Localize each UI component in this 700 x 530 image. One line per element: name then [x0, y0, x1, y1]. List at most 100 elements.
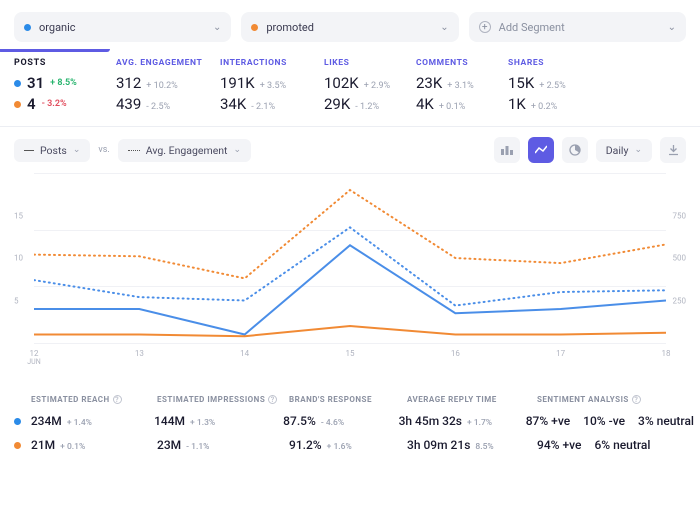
dashed-line-icon	[128, 150, 140, 151]
th-sentiment: SENTIMENT ANALYSIS?	[537, 395, 700, 404]
metric-posts[interactable]: POSTS 31 + 8.5% 4 - 3.2%	[14, 58, 110, 116]
bar-chart-icon	[501, 145, 513, 155]
metric-row-a: 102K+ 2.9%	[324, 74, 404, 92]
metric-col[interactable]: INTERACTIONS 191K+ 3.5% 34K- 2.1%	[214, 58, 318, 116]
cell-reach: 234M+ 1.4%	[31, 414, 154, 428]
chevron-down-icon: ⌄	[213, 22, 221, 33]
metric-header: LIKES	[324, 58, 404, 68]
dot-icon	[14, 418, 21, 425]
segment-organic[interactable]: organic ⌄	[14, 12, 231, 42]
metric-row-b: 4K+ 0.1%	[416, 95, 496, 113]
line-chart-icon	[535, 145, 547, 155]
y-tick-left: 5	[14, 296, 19, 305]
add-segment-button[interactable]: + Add Segment ⌄	[469, 12, 686, 42]
metric-row-a: 191K+ 3.5%	[220, 74, 312, 92]
metric-row-a: 31 + 8.5%	[14, 74, 102, 92]
cell-impressions: 23M- 1.1%	[157, 438, 289, 452]
chevron-down-icon: ⌄	[440, 22, 448, 33]
x-tick: 15	[330, 349, 370, 358]
metric-delta: + 8.5%	[50, 78, 77, 88]
metric-row-b: 1K+ 0.2%	[508, 95, 588, 113]
chart-area: 5101525050075012JUN131415161718	[14, 173, 686, 383]
y-tick-left: 10	[14, 254, 23, 263]
metric-value: 31	[27, 74, 44, 92]
metric-col[interactable]: SHARES 15K+ 2.5% 1K+ 0.2%	[502, 58, 594, 116]
y-tick-right: 750	[673, 211, 687, 220]
vs-label: vs.	[98, 145, 109, 155]
cell-impressions: 144M+ 1.3%	[154, 414, 283, 428]
metrics-strip: POSTS 31 + 8.5% 4 - 3.2% AVG. ENGAGEMENT…	[0, 52, 700, 127]
metric-row-b: 4 - 3.2%	[14, 95, 102, 113]
th-reach: ESTIMATED REACH?	[31, 395, 157, 404]
dot-icon	[24, 24, 31, 31]
metric-header: INTERACTIONS	[220, 58, 312, 68]
segment-row: organic ⌄ promoted ⌄ + Add Segment ⌄	[0, 0, 700, 52]
y-tick-right: 500	[673, 254, 687, 263]
cell-reply: 3h 09m 21s8.5%	[407, 438, 537, 452]
chevron-down-icon: ⌄	[668, 22, 676, 33]
metric-value: 4	[27, 95, 36, 113]
bottom-row: 234M+ 1.4% 144M+ 1.3% 87.5%- 4.6% 3h 45m…	[14, 414, 700, 428]
metric-header: COMMENTS	[416, 58, 496, 68]
bottom-table: ESTIMATED REACH? ESTIMATED IMPRESSIONS? …	[0, 383, 700, 452]
cell-response: 87.5%- 4.6%	[283, 414, 398, 428]
line-view-button[interactable]	[528, 137, 554, 163]
download-button[interactable]	[660, 137, 686, 163]
segment-promoted[interactable]: promoted ⌄	[241, 12, 458, 42]
th-reply: AVERAGE REPLY TIME	[407, 395, 537, 404]
metric-col[interactable]: LIKES 102K+ 2.9% 29K- 1.2%	[318, 58, 410, 116]
dot-icon	[14, 101, 21, 108]
right-metric-select[interactable]: Avg. Engagement ⌄	[118, 139, 251, 162]
download-icon	[668, 145, 679, 156]
x-tick: 14	[225, 349, 265, 358]
th-impressions: ESTIMATED IMPRESSIONS?	[157, 395, 289, 404]
cell-sentiment: 94% +ve 6% neutral	[537, 438, 700, 452]
bottom-header-row: ESTIMATED REACH? ESTIMATED IMPRESSIONS? …	[14, 395, 700, 404]
chart-controls: Posts ⌄ vs. Avg. Engagement ⌄ Daily ⌄	[0, 127, 700, 173]
metric-row-b: 29K- 1.2%	[324, 95, 404, 113]
x-tick: 16	[435, 349, 475, 358]
solid-line-icon	[24, 150, 34, 151]
y-tick-right: 250	[673, 296, 687, 305]
metric-header: AVG. ENGAGEMENT	[116, 58, 208, 68]
cell-reach: 21M+ 0.1%	[31, 438, 157, 452]
chevron-down-icon: ⌄	[234, 145, 242, 155]
period-label: Daily	[606, 144, 629, 157]
series-organic-engagement	[34, 227, 666, 305]
help-icon[interactable]: ?	[113, 395, 122, 404]
metric-col[interactable]: AVG. ENGAGEMENT 312+ 10.2% 439- 2.5%	[110, 58, 214, 116]
chevron-down-icon: ⌄	[634, 145, 642, 155]
th-response: BRAND'S RESPONSE	[289, 395, 407, 404]
left-metric-label: Posts	[40, 144, 67, 157]
series-promoted-posts	[34, 326, 666, 336]
bottom-row: 21M+ 0.1% 23M- 1.1% 91.2%+ 1.6% 3h 09m 2…	[14, 438, 700, 452]
series-promoted-engagement	[34, 190, 666, 278]
metric-row-a: 312+ 10.2%	[116, 74, 208, 92]
x-tick: 17	[541, 349, 581, 358]
period-select[interactable]: Daily ⌄	[596, 139, 652, 162]
bar-view-button[interactable]	[494, 137, 520, 163]
help-icon[interactable]: ?	[632, 395, 641, 404]
x-tick: 18	[646, 349, 686, 358]
pie-view-button[interactable]	[562, 137, 588, 163]
metric-delta: - 3.2%	[42, 99, 67, 109]
dot-icon	[251, 24, 258, 31]
series-organic-posts	[34, 245, 666, 334]
metric-row-b: 439- 2.5%	[116, 95, 208, 113]
help-icon[interactable]: ?	[268, 395, 277, 404]
cell-sentiment: 87% +ve 10% -ve 3% neutral	[526, 414, 700, 428]
pie-chart-icon	[569, 144, 581, 156]
right-metric-label: Avg. Engagement	[146, 144, 228, 157]
segment-label: organic	[39, 21, 76, 34]
segment-label: promoted	[266, 21, 314, 34]
y-tick-left: 15	[14, 211, 23, 220]
left-metric-select[interactable]: Posts ⌄	[14, 139, 90, 162]
metric-col[interactable]: COMMENTS 23K+ 3.1% 4K+ 0.1%	[410, 58, 502, 116]
dot-icon	[14, 442, 21, 449]
metric-row-a: 15K+ 2.5%	[508, 74, 588, 92]
metric-row-b: 34K- 2.1%	[220, 95, 312, 113]
x-tick: 13	[119, 349, 159, 358]
metric-row-a: 23K+ 3.1%	[416, 74, 496, 92]
chevron-down-icon: ⌄	[73, 145, 81, 155]
plus-icon: +	[479, 21, 491, 33]
